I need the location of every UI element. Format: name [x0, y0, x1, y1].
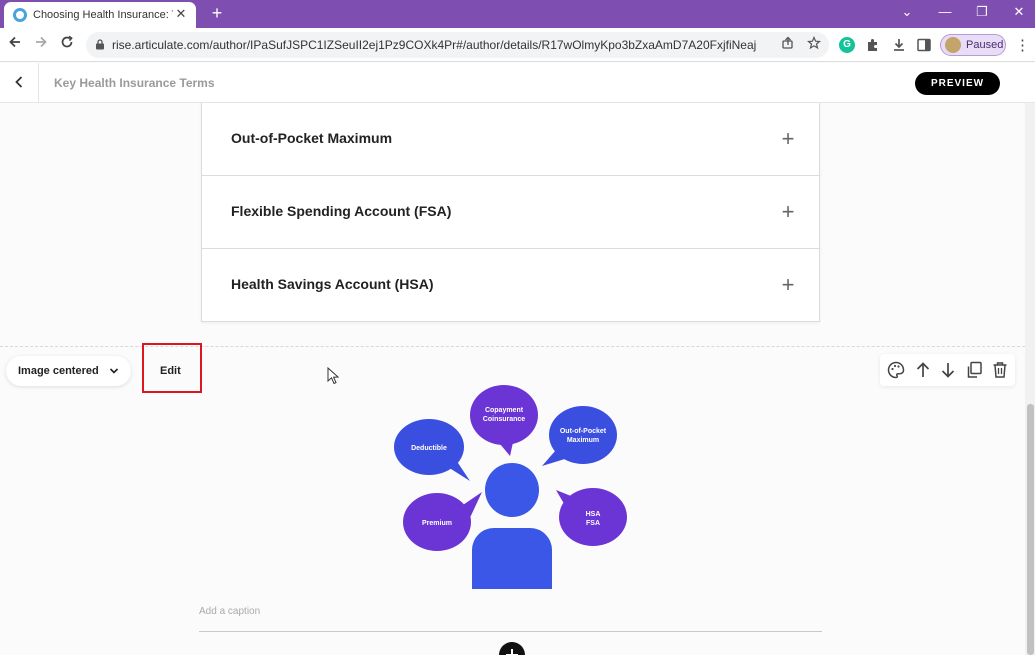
rise-favicon-icon	[13, 8, 27, 22]
back-arrow-icon[interactable]	[5, 35, 25, 55]
address-bar[interactable]: rise.articulate.com/author/IPaSufJSPC1IZ…	[86, 32, 829, 58]
accordion-item[interactable]: Health Savings Account (HSA) +	[202, 249, 819, 322]
coinsurance-label: Coinsurance	[483, 416, 526, 423]
new-tab-button[interactable]: +	[207, 3, 227, 23]
lock-icon	[96, 39, 104, 50]
grammarly-extension-icon[interactable]: G	[839, 37, 855, 53]
premium-bubble: Premium	[403, 492, 482, 551]
health-insurance-terms-illustration[interactable]: Copayment Coinsurance Deductible Out-of-…	[390, 382, 635, 592]
bookmark-star-icon[interactable]	[805, 35, 823, 54]
restore-button[interactable]: ❐	[972, 4, 992, 20]
out-of-pocket-line1: Out-of-Pocket	[560, 428, 607, 435]
move-down-arrow-icon[interactable]	[938, 360, 958, 380]
browser-menu-icon[interactable]: ⋮	[1015, 36, 1030, 54]
move-up-arrow-icon[interactable]	[913, 360, 933, 380]
scrollbar-thumb[interactable]	[1027, 404, 1034, 655]
accordion-item-label: Flexible Spending Account (FSA)	[231, 203, 452, 219]
edit-label: Edit	[160, 365, 181, 377]
reload-icon[interactable]	[57, 35, 77, 55]
minimize-button[interactable]: —	[935, 4, 955, 19]
edit-button[interactable]: Edit	[142, 343, 202, 393]
tab-search-icon[interactable]: ⌄	[897, 4, 917, 20]
accordion-item[interactable]: Out-of-Pocket Maximum +	[202, 103, 819, 176]
out-of-pocket-maximum-bubble: Out-of-Pocket Maximum	[542, 406, 617, 466]
close-window-button[interactable]: ✕	[1009, 4, 1029, 20]
caption-input[interactable]: Add a caption	[199, 606, 260, 617]
profile-avatar	[945, 37, 961, 53]
forward-arrow-icon[interactable]	[31, 35, 51, 55]
premium-label: Premium	[422, 520, 452, 527]
plus-icon[interactable]: +	[777, 128, 799, 150]
plus-icon[interactable]: +	[777, 201, 799, 223]
accordion-item-label: Out-of-Pocket Maximum	[231, 130, 393, 146]
extensions-puzzle-icon[interactable]	[865, 37, 881, 53]
image-alignment-label: Image centered	[18, 365, 99, 377]
out-of-pocket-line2: Maximum	[567, 437, 599, 444]
lesson-header: Key Health Insurance Terms PREVIEW	[0, 63, 1035, 103]
fsa-label: FSA	[586, 520, 600, 527]
accordion-item-label: Health Savings Account (HSA)	[231, 276, 434, 292]
chevron-down-icon	[109, 368, 118, 374]
url-text: rise.articulate.com/author/IPaSufJSPC1IZ…	[112, 38, 757, 52]
preview-button[interactable]: PREVIEW	[915, 72, 1000, 95]
browser-tab-strip: Choosing Health Insurance: Trad ✕ + ⌄ — …	[0, 0, 1035, 28]
person-head	[485, 463, 539, 517]
trash-icon[interactable]	[990, 360, 1010, 380]
hsa-label: HSA	[586, 511, 601, 518]
header-divider	[38, 63, 39, 103]
hsa-fsa-bubble: HSA FSA	[556, 488, 627, 546]
share-icon[interactable]	[779, 36, 797, 54]
palette-icon[interactable]	[886, 360, 906, 380]
tab-title: Choosing Health Insurance: Trad	[33, 9, 173, 21]
accordion-block: Out-of-Pocket Maximum + Flexible Spendin…	[201, 103, 820, 322]
tab-close-icon[interactable]: ✕	[173, 6, 189, 22]
browser-toolbar: rise.articulate.com/author/IPaSufJSPC1IZ…	[0, 28, 1035, 62]
mouse-cursor-icon	[327, 367, 339, 385]
download-icon[interactable]	[891, 37, 907, 53]
copayment-coinsurance-bubble: Copayment Coinsurance	[470, 385, 538, 456]
profile-paused-button[interactable]: Paused	[940, 34, 1006, 56]
back-chevron-icon[interactable]	[8, 72, 30, 94]
profile-status-label: Paused	[966, 39, 1004, 51]
plus-icon	[506, 649, 518, 655]
caption-underline	[199, 631, 822, 632]
browser-tab[interactable]: Choosing Health Insurance: Trad ✕	[4, 2, 196, 28]
add-block-plus-button[interactable]	[499, 642, 525, 655]
image-alignment-dropdown[interactable]: Image centered	[6, 356, 131, 386]
copayment-label: Copayment	[485, 407, 524, 414]
duplicate-icon[interactable]	[964, 360, 984, 380]
plus-icon[interactable]: +	[777, 274, 799, 296]
deductible-bubble: Deductible	[394, 419, 470, 481]
side-panel-icon[interactable]	[916, 37, 932, 53]
accordion-item[interactable]: Flexible Spending Account (FSA) +	[202, 176, 819, 249]
deductible-label: Deductible	[411, 445, 447, 452]
person-body	[472, 528, 552, 589]
lesson-title: Key Health Insurance Terms	[54, 76, 215, 90]
block-actions-toolbar	[880, 354, 1015, 386]
